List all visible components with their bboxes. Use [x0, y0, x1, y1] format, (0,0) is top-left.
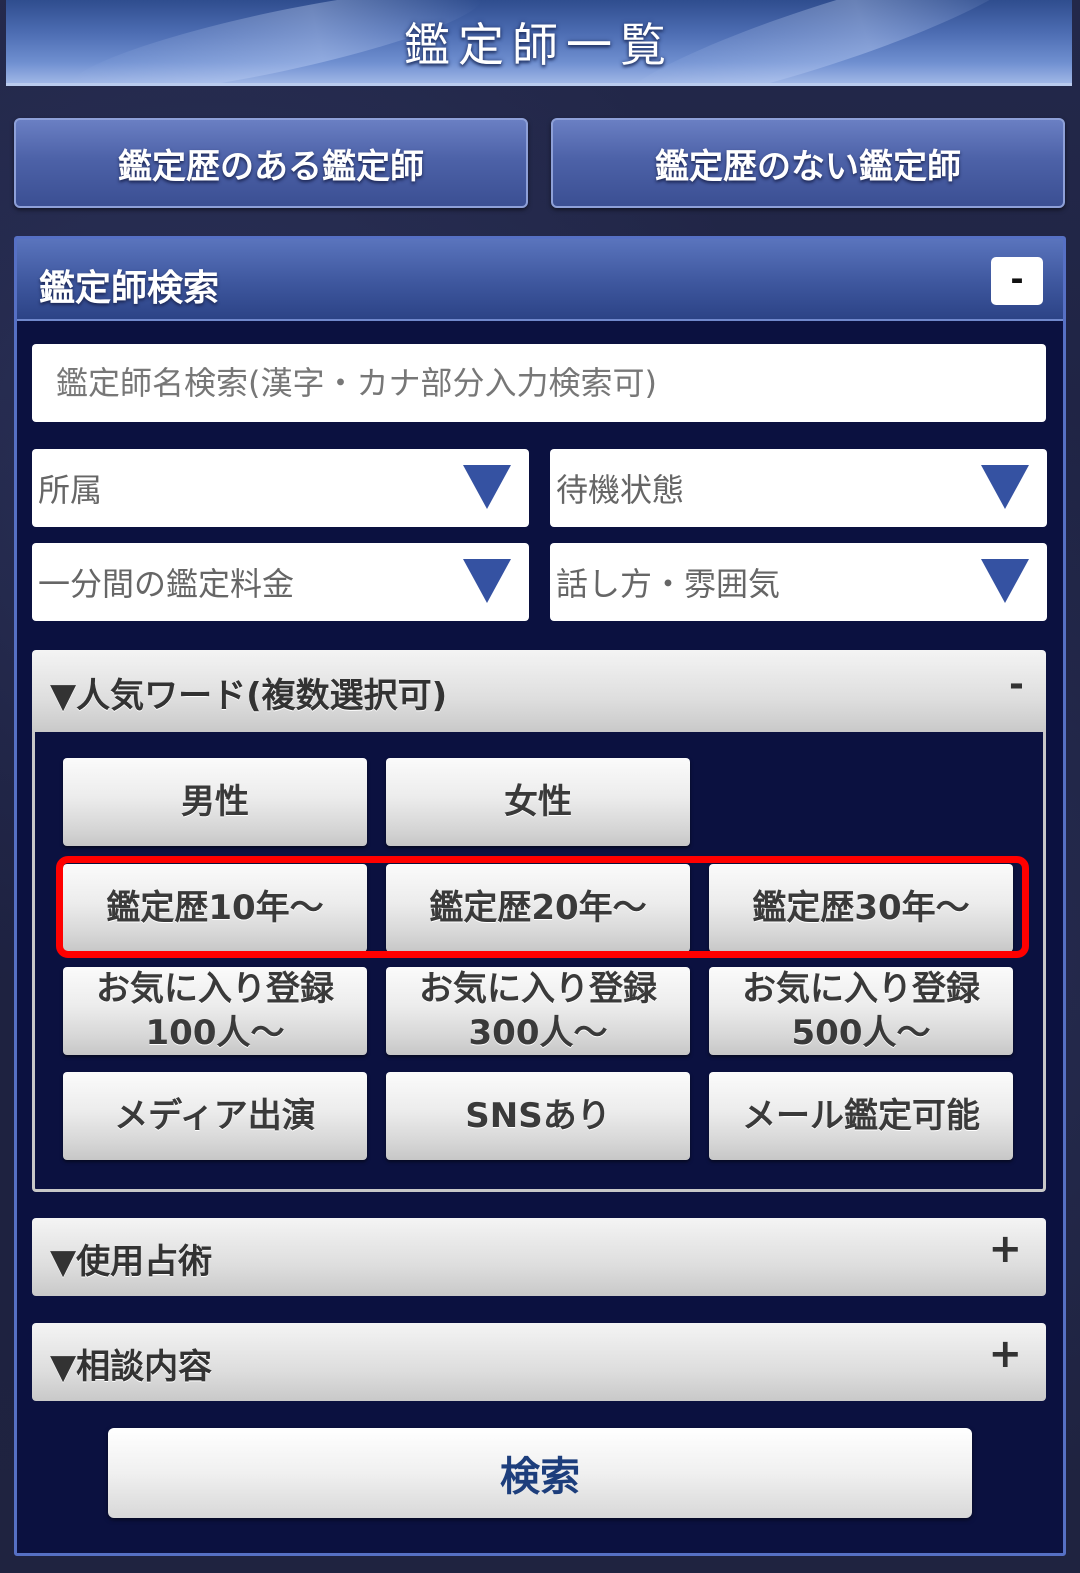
divination-accordion-title: ▼使用占術 — [50, 1242, 213, 1282]
word-female-label: 女性 — [504, 782, 572, 822]
dropdown-arrow-icon — [463, 559, 511, 603]
word-mail-button[interactable]: メール鑑定可能 — [709, 1072, 1013, 1160]
word-media-button[interactable]: メディア出演 — [63, 1072, 367, 1160]
without-history-button[interactable]: 鑑定歴のない鑑定師 — [551, 118, 1065, 208]
style-select[interactable]: 話し方・雰囲気 — [550, 543, 1047, 621]
style-select-label: 話し方・雰囲気 — [556, 565, 781, 603]
status-select[interactable]: 待機状態 — [550, 449, 1047, 527]
search-panel-title: 鑑定師検索 — [39, 268, 220, 309]
with-history-button[interactable]: 鑑定歴のある鑑定師 — [14, 118, 528, 208]
popular-words-header[interactable]: ▼人気ワード(複数選択可) - — [32, 650, 1046, 732]
page-title: 鑑定師一覧 — [404, 17, 674, 72]
name-search-input[interactable] — [32, 344, 1046, 422]
word-favorites-300-button[interactable]: お気に入り登録 300人～ — [386, 967, 690, 1055]
word-favorites-100-line1: お気に入り登録 — [96, 969, 334, 1009]
consultation-accordion-title: ▼相談内容 — [50, 1347, 213, 1387]
dropdown-arrow-icon — [981, 559, 1029, 603]
word-favorites-500-line2: 500人～ — [791, 1013, 931, 1053]
affiliation-select-label: 所属 — [38, 471, 103, 509]
word-male-button[interactable]: 男性 — [63, 758, 367, 846]
popular-words-title: ▼人気ワード(複数選択可) — [50, 676, 448, 716]
word-sns-label: SNSあり — [465, 1096, 611, 1136]
expand-icon[interactable]: + — [988, 1331, 1022, 1377]
word-favorites-100-line2: 100人～ — [145, 1013, 285, 1053]
affiliation-select[interactable]: 所属 — [32, 449, 529, 527]
expand-icon[interactable]: + — [988, 1226, 1022, 1272]
word-favorites-500-line1: お気に入り登録 — [742, 969, 980, 1009]
divination-accordion[interactable]: ▼使用占術 + — [32, 1218, 1046, 1296]
dropdown-arrow-icon — [981, 465, 1029, 509]
word-male-label: 男性 — [181, 782, 249, 822]
search-panel-header[interactable]: 鑑定師検索 - — [17, 239, 1063, 321]
word-sns-button[interactable]: SNSあり — [386, 1072, 690, 1160]
highlight-annotation-box — [56, 856, 1029, 958]
search-button[interactable]: 検索 — [108, 1428, 972, 1518]
word-favorites-500-button[interactable]: お気に入り登録 500人～ — [709, 967, 1013, 1055]
status-select-label: 待機状態 — [556, 471, 685, 509]
word-favorites-300-line1: お気に入り登録 — [419, 969, 657, 1009]
popular-words-toggle[interactable]: - — [1009, 664, 1024, 705]
collapse-button[interactable]: - — [991, 257, 1043, 305]
consultation-accordion[interactable]: ▼相談内容 + — [32, 1323, 1046, 1401]
word-favorites-300-line2: 300人～ — [468, 1013, 608, 1053]
page-background: 鑑定師一覧 鑑定歴のある鑑定師 鑑定歴のない鑑定師 鑑定師検索 - 所属 待機状… — [0, 0, 1080, 1573]
word-mail-label: メール鑑定可能 — [742, 1096, 980, 1136]
page-header: 鑑定師一覧 — [6, 0, 1072, 86]
dropdown-arrow-icon — [463, 465, 511, 509]
word-favorites-100-button[interactable]: お気に入り登録 100人～ — [63, 967, 367, 1055]
word-media-label: メディア出演 — [114, 1096, 316, 1136]
price-select-label: 一分間の鑑定料金 — [38, 565, 295, 603]
price-select[interactable]: 一分間の鑑定料金 — [32, 543, 529, 621]
word-female-button[interactable]: 女性 — [386, 758, 690, 846]
